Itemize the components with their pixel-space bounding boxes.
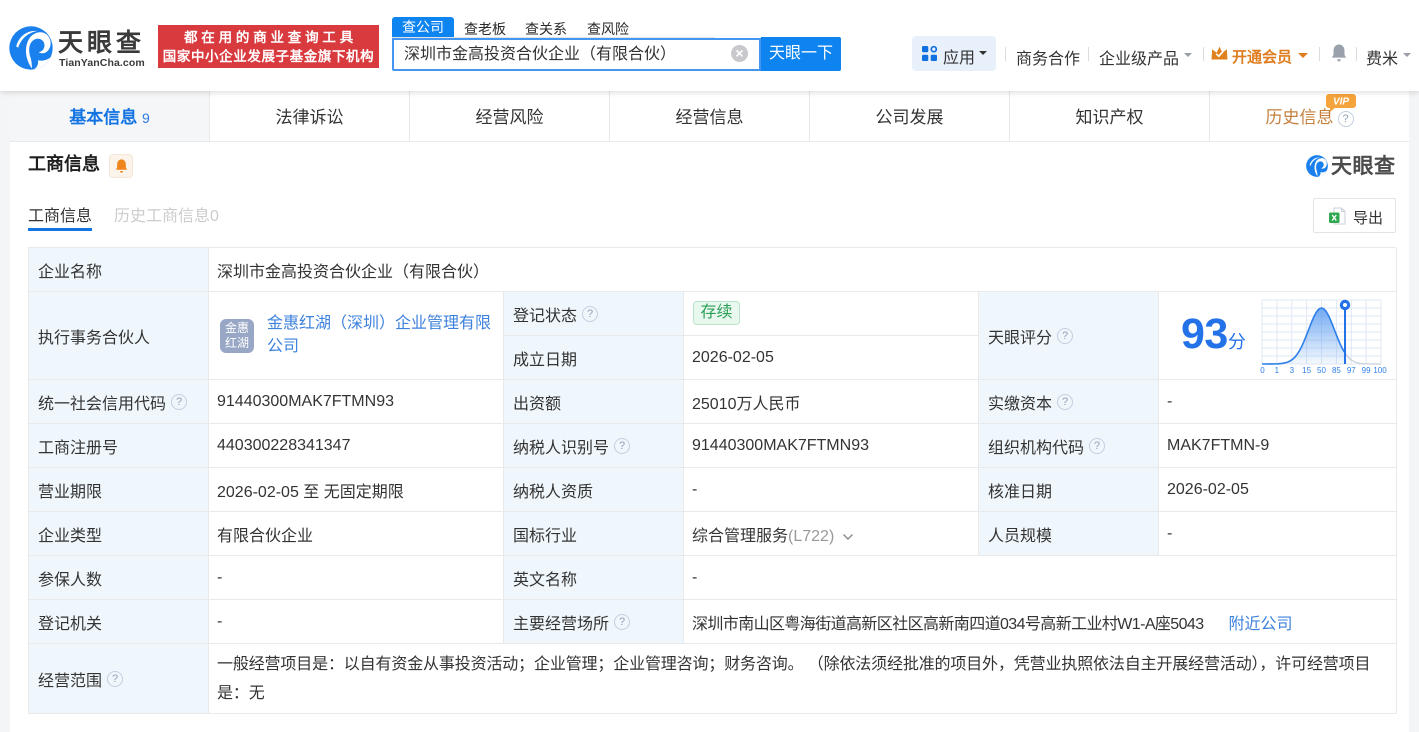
svg-text:100: 100 [1373,366,1387,375]
svg-text:85: 85 [1332,366,1341,375]
svg-text:15: 15 [1302,366,1311,375]
svg-text:1: 1 [1275,366,1280,375]
svg-text:VIP: VIP [1333,97,1349,108]
svg-text:0: 0 [1260,366,1265,375]
svg-text:3: 3 [1290,366,1295,375]
svg-text:99: 99 [1362,366,1371,375]
svg-text:97: 97 [1347,366,1356,375]
svg-text:50: 50 [1317,366,1326,375]
